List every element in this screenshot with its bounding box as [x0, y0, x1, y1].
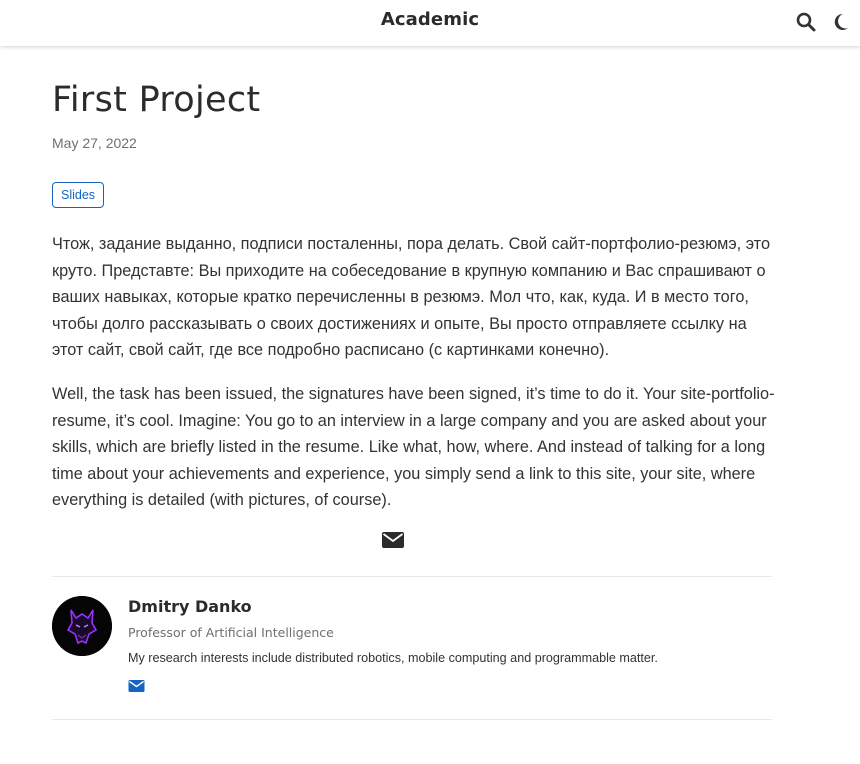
- publish-date: May 27, 2022: [52, 135, 137, 151]
- article-paragraph-ru: Чтож, задание выданно, подписи посталенн…: [52, 235, 771, 360]
- avatar: [52, 596, 112, 656]
- divider: [52, 576, 772, 577]
- envelope-icon[interactable]: [381, 530, 405, 550]
- page-title: First Project: [52, 80, 261, 120]
- navbar: Academic: [0, 0, 860, 46]
- author-bio: My research interests include distribute…: [128, 651, 658, 665]
- site-brand[interactable]: Academic: [0, 9, 860, 30]
- author-name[interactable]: Dmitry Danko: [128, 597, 252, 616]
- search-icon[interactable]: [795, 11, 817, 33]
- article-paragraph-en: Well, the task has been issued, the sign…: [52, 385, 775, 510]
- divider: [52, 719, 772, 720]
- slides-button[interactable]: Slides: [52, 182, 105, 208]
- envelope-icon[interactable]: [128, 679, 145, 693]
- moon-icon[interactable]: [829, 11, 851, 33]
- author-role: Professor of Artificial Intelligence: [128, 625, 334, 640]
